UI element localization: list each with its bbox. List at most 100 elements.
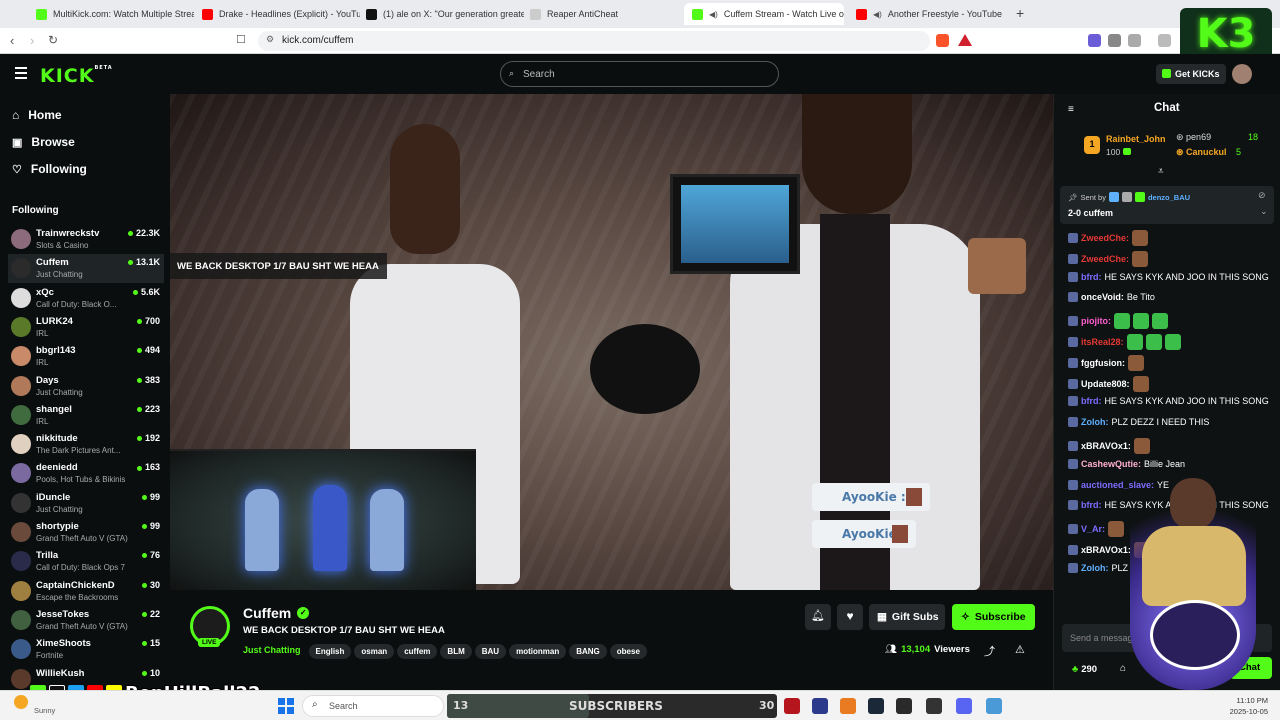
chat-username[interactable]: ZweedChe: (1081, 233, 1129, 243)
browser-tab[interactable]: ◀) Another Freestyle - YouTube (848, 3, 1008, 25)
stream-tag[interactable]: motionman (509, 644, 567, 659)
taskbar-search[interactable]: ⌕ Search (302, 695, 444, 717)
chevron-down-icon[interactable]: ⌄ (1260, 206, 1268, 217)
chat-username[interactable]: V_Ar: (1081, 524, 1105, 534)
nav-home[interactable]: ⌂ Home (12, 108, 62, 122)
new-tab-button[interactable]: + (1016, 5, 1024, 21)
user-avatar[interactable] (1232, 64, 1252, 84)
chat-username[interactable]: bfrd: (1081, 272, 1102, 282)
leaderboard-user[interactable]: pen69 (1186, 132, 1211, 142)
sidebar-channel[interactable]: Trilla Call of Duty: Black Ops 7 76 (8, 547, 164, 576)
chat-message[interactable]: Zoloh: PLZ (1068, 562, 1128, 573)
stream-tag[interactable]: osman (354, 644, 395, 659)
browser-tab-active[interactable]: ◀) Cuffem Stream - Watch Live o ✕ (684, 3, 844, 25)
sidebar-channel[interactable]: shangel IRL 223 (8, 401, 164, 430)
stream-category[interactable]: Just Chatting (243, 645, 301, 655)
search-input[interactable]: ⌕ Search (500, 61, 779, 87)
expand-leaderboard-icon[interactable]: ⩡ (1158, 166, 1164, 177)
stream-tag[interactable]: obese (609, 644, 647, 659)
obs-icon[interactable] (926, 698, 942, 714)
sidebar-channel[interactable]: XimeShoots Fortnite 15 (8, 635, 164, 664)
leaderboard-user[interactable]: Canuckul (1186, 147, 1227, 157)
store-icon[interactable]: ⌂ (1120, 663, 1126, 674)
steam-icon[interactable] (868, 698, 884, 714)
browser-tab[interactable]: Reaper AntiCheat (522, 3, 682, 25)
stream-tag[interactable]: BANG (569, 644, 607, 659)
sidebar-channel[interactable]: shortypie Grand Theft Auto V (GTA) 99 (8, 518, 164, 547)
app-icon[interactable] (986, 698, 1002, 714)
app-icon[interactable] (784, 698, 800, 714)
video-player[interactable]: WE BACK DESKTOP 1/7 BAU SHT WE HEAA Ayoo… (170, 94, 1053, 590)
stream-tag[interactable]: BAU (474, 644, 507, 659)
leaderboard-user[interactable]: Rainbet_John (1106, 134, 1166, 144)
share-icon[interactable]: ⤴ (984, 643, 995, 659)
bookmark-icon[interactable]: ☐ (236, 33, 246, 46)
subscribe-button[interactable]: ✧ Subscribe (952, 604, 1035, 630)
channel-points[interactable]: ♣ 290 (1072, 664, 1097, 675)
app-icon[interactable] (812, 698, 828, 714)
stream-tag[interactable]: BLM (440, 644, 472, 659)
chat-message[interactable]: Update808: (1068, 375, 1149, 392)
chat-message[interactable]: CashewQutie: Billie Jean (1068, 458, 1185, 469)
chat-message[interactable]: bfrd:HE SAYS KYK AND JOO IN THIS SONG (1068, 271, 1269, 282)
chat-username[interactable]: Zoloh: (1081, 563, 1109, 573)
chat-username[interactable]: CashewQutie: (1081, 459, 1141, 469)
sidebar-channel[interactable]: bbgrl143 IRL 494 (8, 342, 164, 371)
url-field[interactable]: ⚙ kick.com/cuffem (258, 31, 930, 51)
chat-message[interactable]: piojito: (1068, 313, 1168, 330)
site-info-icon[interactable]: ⚙ (266, 34, 274, 45)
notification-bell-button[interactable]: 🔔︎ (805, 604, 831, 630)
sidebar-channel[interactable]: Trainwreckstv Slots & Casino 22.3K (8, 225, 164, 254)
media-icon[interactable] (1158, 34, 1171, 47)
forward-icon[interactable]: › (30, 33, 34, 48)
extension-icon[interactable] (1088, 34, 1101, 47)
sidebar-channel[interactable]: Days Just Chatting 383 (8, 372, 164, 401)
nav-following[interactable]: ♡ Following (12, 162, 87, 176)
sidebar-icon[interactable] (1128, 34, 1141, 47)
sidebar-channel[interactable]: Cuffem Just Chatting 13.1K (8, 254, 164, 284)
browser-tab[interactable]: Drake - Headlines (Explicit) - YouTub (194, 3, 360, 25)
app-icon[interactable] (896, 698, 912, 714)
chat-username[interactable]: fggfusion: (1081, 358, 1125, 368)
chat-username[interactable]: Zoloh: (1081, 417, 1109, 427)
get-kicks-button[interactable]: Get KICKs (1156, 64, 1226, 84)
brave-rewards-icon[interactable] (958, 34, 972, 46)
unpin-icon[interactable]: ⊘ (1258, 190, 1266, 201)
clock-date[interactable]: 2025-10-05 (1208, 707, 1268, 716)
chat-message[interactable]: fggfusion: (1068, 354, 1144, 371)
sidebar-channel[interactable]: nikkitude The Dark Pictures Ant... 192 (8, 430, 164, 459)
report-icon[interactable]: ⚠ (1015, 643, 1025, 656)
chat-message[interactable]: V_Ar: (1068, 521, 1125, 538)
sidebar-channel[interactable]: CaptainChickenD Escape the Backrooms 30 (8, 577, 164, 606)
chat-message[interactable]: itsReal28: (1068, 334, 1181, 350)
chat-username[interactable]: auctioned_slave: (1081, 480, 1154, 490)
stream-tag[interactable]: English (308, 644, 352, 659)
brave-shield-icon[interactable] (936, 34, 949, 47)
chat-message[interactable]: xBRAVOx1: (1068, 438, 1150, 454)
stream-tag[interactable]: cuffem (397, 644, 438, 659)
gift-subs-button[interactable]: ▦ Gift Subs (869, 604, 945, 630)
chat-username[interactable]: piojito: (1081, 316, 1111, 326)
chat-message[interactable]: onceVoid: Be Tito (1068, 292, 1155, 303)
browser-tab[interactable]: MultiKick.com: Watch Multiple Strea (28, 3, 194, 25)
kick-logo[interactable]: KICKBETA (40, 65, 113, 87)
sidebar-channel[interactable]: deeniedd Pools, Hot Tubs & Bikinis 163 (8, 459, 164, 488)
pinned-message[interactable]: 📌︎ Sent by denzo_BAU 2-0 cuffem ⊘ ⌄ (1060, 186, 1274, 224)
clock-time[interactable]: 11:10 PM (1208, 696, 1268, 705)
chat-message[interactable]: bfrd:HE SAYS KYK AND JOO IN THIS SONG (1068, 396, 1269, 407)
channel-name[interactable]: Cuffem (243, 605, 291, 621)
chat-username[interactable]: onceVoid: (1081, 292, 1124, 302)
pinned-sender[interactable]: denzo_BAU (1148, 193, 1190, 202)
sidebar-channel[interactable]: LURK24 IRL 700 (8, 313, 164, 342)
chat-username[interactable]: xBRAVOx1: (1081, 545, 1131, 555)
chat-message[interactable]: ZweedChe: (1068, 230, 1149, 246)
sidebar-channel[interactable]: xQc Call of Duty: Black O... 5.6K (8, 284, 164, 313)
puzzle-icon[interactable] (1108, 34, 1121, 47)
menu-icon[interactable] (15, 67, 27, 79)
weather-icon[interactable] (14, 695, 28, 709)
collapse-chat-icon[interactable]: ≡ (1068, 104, 1074, 115)
chat-username[interactable]: ZweedChe: (1081, 254, 1129, 264)
chat-username[interactable]: Update808: (1081, 379, 1130, 389)
chat-username[interactable]: bfrd: (1081, 396, 1102, 406)
chat-username[interactable]: itsReal28: (1081, 337, 1124, 347)
